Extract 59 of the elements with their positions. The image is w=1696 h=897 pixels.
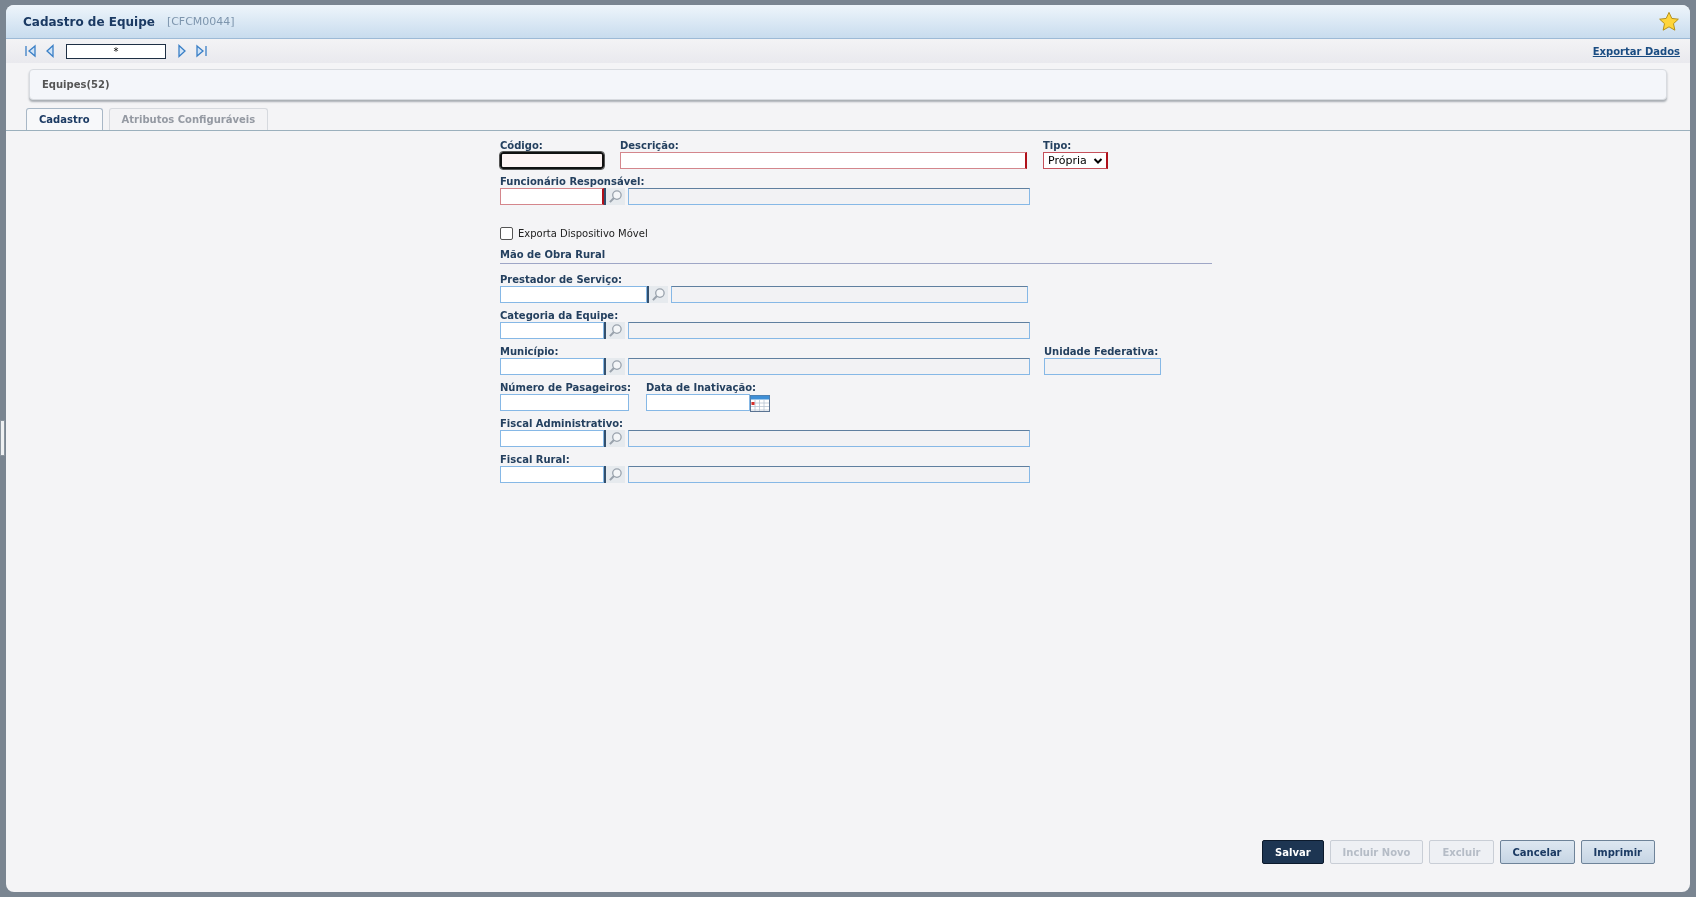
field-label: Funcionário Responsável: [500,176,646,187]
action-button[interactable]: Salvar [1262,840,1324,864]
input-field[interactable] [500,322,604,339]
field-label: Tipo: [1043,140,1073,151]
export-data-link[interactable]: Exportar Dados [1592,45,1680,57]
input-field[interactable] [500,394,629,411]
field-label: Unidade Federativa: [1044,346,1160,357]
field-label: Descrição: [620,140,680,151]
input-field[interactable] [620,152,1027,169]
field-label: Fiscal Rural: [500,454,571,465]
search-icon [608,467,623,482]
input-field[interactable] [500,430,604,447]
input-field[interactable] [1044,358,1161,375]
panel-title: Equipes(52) [42,79,110,90]
input-field[interactable] [500,466,604,483]
field-label: Município: [500,346,560,357]
record-input[interactable]: * [66,43,166,59]
description-field[interactable] [628,358,1030,375]
checkbox[interactable] [500,226,513,240]
window-title: Cadastro de Equipe [23,14,155,29]
field-label: Número de Pasageiros: [500,382,632,393]
search-icon [608,431,623,446]
screen-code: [CFCM0044] [166,15,235,28]
description-field[interactable] [628,466,1030,483]
field-label: Categoria da Equipe: [500,310,620,321]
calendar-icon[interactable] [750,393,771,412]
type-select[interactable]: Própria [1043,152,1108,169]
search-icon [608,323,623,338]
tab[interactable]: Cadastro [26,108,103,130]
input-field[interactable] [500,188,604,205]
search-button[interactable] [604,322,625,339]
search-button[interactable] [604,188,625,205]
field-label: Código: [500,140,544,151]
action-button[interactable]: Imprimir [1580,840,1655,864]
input-field[interactable] [500,286,647,303]
description-field[interactable] [628,430,1030,447]
section-title: Mão de Obra Rural [500,248,606,260]
description-field[interactable] [628,322,1030,339]
input-field[interactable] [500,358,604,375]
description-field[interactable] [671,286,1028,303]
field-label: Prestador de Serviço: [500,274,624,285]
side-collapse-handle[interactable] [0,420,5,456]
input-field[interactable] [500,152,604,169]
search-icon [608,189,623,204]
search-button[interactable] [604,466,625,483]
favorite-star-icon[interactable] [1658,10,1680,33]
checkbox-label: Exporta Dispositivo Móvel [518,227,648,239]
description-field[interactable] [628,188,1030,205]
last-page-icon[interactable] [194,44,208,58]
field-label: Data de Inativação: [646,382,758,393]
action-button[interactable]: Cancelar [1499,840,1575,864]
search-icon [651,287,666,302]
input-field[interactable] [646,394,751,411]
first-page-icon[interactable] [24,44,38,58]
search-icon [608,359,623,374]
search-button[interactable] [604,430,625,447]
search-button[interactable] [604,358,625,375]
search-button[interactable] [647,286,668,303]
field-label: Fiscal Administrativo: [500,418,625,429]
